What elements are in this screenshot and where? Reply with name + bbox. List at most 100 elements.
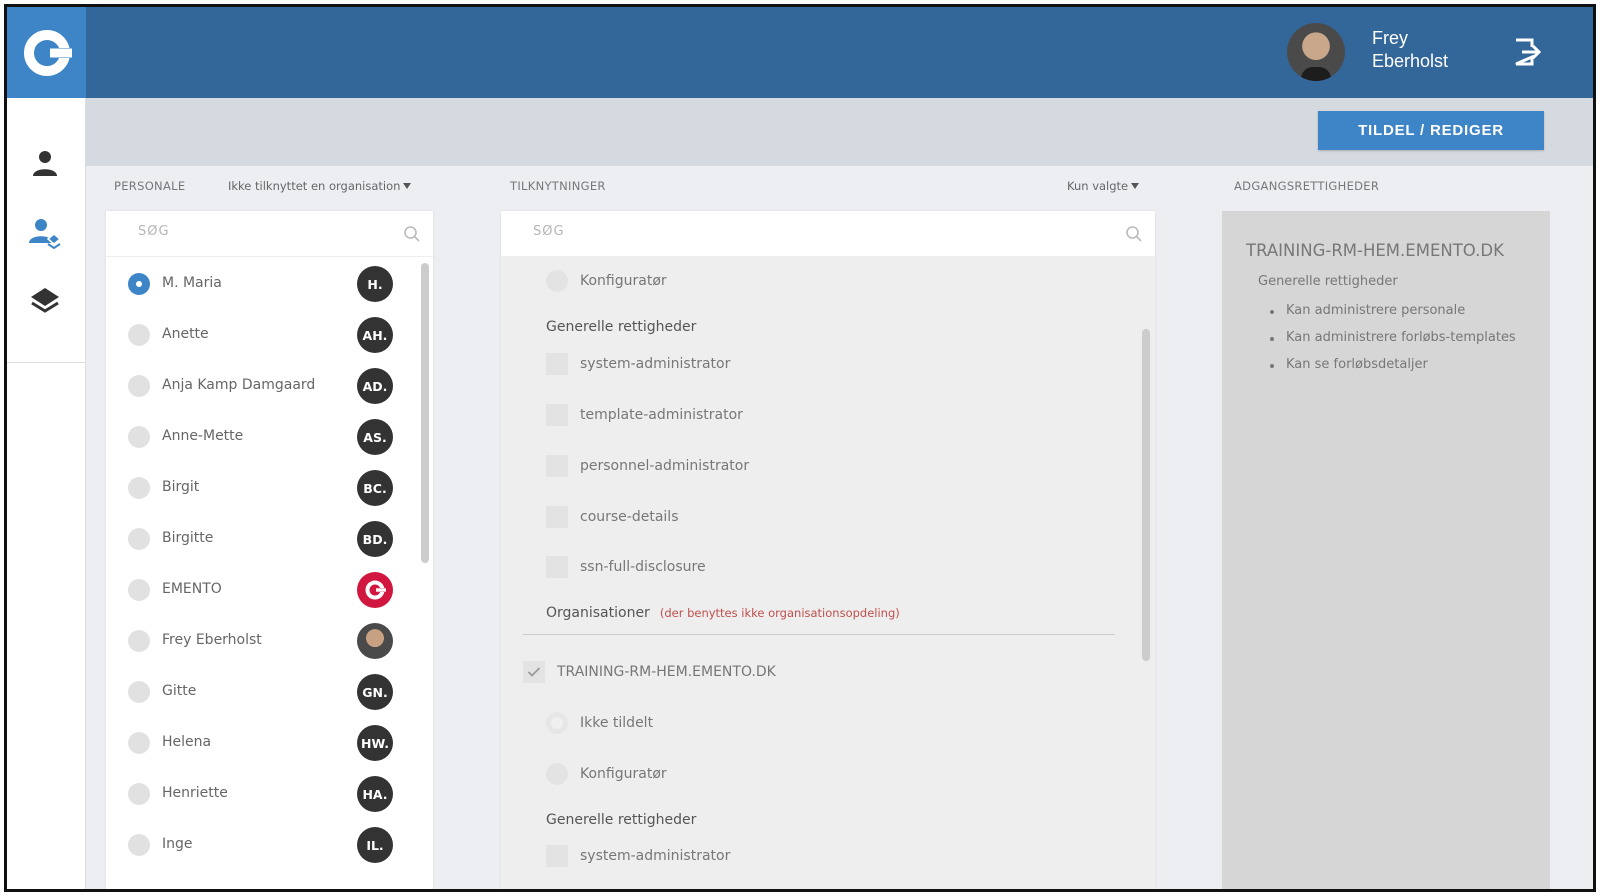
organisation-name: TRAINING-RM-HEM.EMENTO.DK: [557, 664, 776, 680]
person-icon[interactable]: [27, 145, 63, 181]
radio[interactable]: [546, 763, 568, 785]
list-item[interactable]: Henriette HA.: [106, 769, 416, 820]
radio[interactable]: [128, 528, 150, 550]
checkbox[interactable]: [546, 353, 568, 375]
left-nav-filler: [7, 363, 86, 889]
emento-avatar: [357, 572, 393, 608]
right-label: course-details: [580, 509, 679, 525]
right-label: personnel-administrator: [580, 458, 750, 474]
initials-badge: AD.: [357, 368, 393, 404]
person-name: Inge: [162, 836, 193, 852]
assign-edit-button[interactable]: TILDEL / REDIGER: [1318, 111, 1544, 150]
list-item[interactable]: Anne-Mette AS.: [106, 412, 416, 463]
role-option-not-assigned[interactable]: Ikke tildelt: [546, 708, 653, 738]
radio-selected[interactable]: [128, 273, 150, 295]
right-option[interactable]: ssn-full-disclosure: [546, 552, 706, 582]
role-option-configurator[interactable]: Konfiguratør: [546, 266, 667, 296]
search-icon[interactable]: [403, 225, 421, 243]
right-option[interactable]: personnel-administrator: [546, 451, 749, 481]
checkbox-checked[interactable]: [523, 661, 545, 683]
person-name: Henriette: [162, 785, 228, 801]
emento-logo[interactable]: [7, 7, 86, 98]
checkbox[interactable]: [546, 845, 568, 867]
person-name: Anne-Mette: [162, 428, 244, 444]
personale-scrollbar[interactable]: [421, 263, 429, 563]
right-label: system-administrator: [580, 848, 731, 864]
list-item[interactable]: Frey Eberholst: [106, 616, 416, 667]
list-item: Kan administrere personale: [1270, 303, 1516, 330]
person-name: Frey Eberholst: [162, 632, 262, 648]
radio[interactable]: [128, 681, 150, 703]
right-option[interactable]: system-administrator: [546, 841, 730, 871]
person-name: Birgit: [162, 479, 200, 495]
role-option-configurator[interactable]: Konfiguratør: [546, 759, 667, 789]
user-first-name: Frey: [1372, 28, 1408, 48]
list-item[interactable]: Inge IL.: [106, 820, 416, 871]
personale-search: [106, 211, 433, 257]
tilknytninger-filter[interactable]: Kun valgte: [1067, 179, 1140, 193]
list-item[interactable]: Gitte GN.: [106, 667, 416, 718]
list-item[interactable]: Birgitte BD.: [106, 514, 416, 565]
tilknytninger-panel: Konfiguratør Generelle rettigheder syste…: [501, 211, 1155, 889]
right-option[interactable]: course-details: [546, 502, 679, 532]
tilknytninger-scrollbar[interactable]: [1142, 329, 1150, 661]
radio[interactable]: [128, 324, 150, 346]
radio[interactable]: [128, 834, 150, 856]
organisations-note: (der benyttes ikke organisationsopdeling…: [659, 606, 900, 620]
list-item[interactable]: Anja Kamp Damgaard AD.: [106, 361, 416, 412]
adgang-org-title: TRAINING-RM-HEM.EMENTO.DK: [1246, 241, 1504, 260]
organisation-item[interactable]: TRAINING-RM-HEM.EMENTO.DK: [523, 657, 776, 687]
right-option[interactable]: template-administrator: [546, 400, 743, 430]
user-name[interactable]: Frey Eberholst: [1372, 27, 1492, 73]
radio[interactable]: [128, 783, 150, 805]
divider: [523, 634, 1115, 635]
personale-panel: M. Maria H. Anette AH. Anja Kamp Damgaar…: [106, 211, 433, 889]
initials-badge: HW.: [357, 725, 393, 761]
list-item[interactable]: Helena HW.: [106, 718, 416, 769]
initials-badge: BC.: [357, 470, 393, 506]
role-label: Konfiguratør: [580, 273, 667, 289]
person-name: Gitte: [162, 683, 197, 699]
radio[interactable]: [128, 579, 150, 601]
initials-badge: BD.: [357, 521, 393, 557]
initials-badge: AS.: [357, 419, 393, 455]
radio[interactable]: [546, 270, 568, 292]
personale-filter[interactable]: Ikke tilknyttet en organisation: [228, 179, 412, 193]
tilknytninger-search-input[interactable]: [533, 224, 733, 239]
radio[interactable]: [128, 426, 150, 448]
adgang-list: Kan administrere personale Kan administr…: [1270, 303, 1516, 384]
personale-search-input[interactable]: [138, 224, 338, 239]
list-item[interactable]: EMENTO: [106, 565, 416, 616]
radio[interactable]: [128, 630, 150, 652]
list-item[interactable]: Birgit BC.: [106, 463, 416, 514]
layers-icon[interactable]: [27, 283, 63, 319]
user-avatar[interactable]: [1287, 23, 1345, 81]
checkbox[interactable]: [546, 404, 568, 426]
radio[interactable]: [128, 732, 150, 754]
emento-logo-icon: [23, 29, 73, 76]
search-icon[interactable]: [1125, 225, 1143, 243]
role-label: Konfiguratør: [580, 766, 667, 782]
adgang-subtitle: Generelle rettigheder: [1258, 274, 1398, 289]
logout-icon[interactable]: [1512, 37, 1542, 67]
initials-badge: HA.: [357, 776, 393, 812]
checkbox[interactable]: [546, 556, 568, 578]
person-name: Anette: [162, 326, 209, 342]
right-option[interactable]: system-administrator: [546, 349, 730, 379]
radio[interactable]: [128, 375, 150, 397]
list-item[interactable]: M. Maria H.: [106, 259, 416, 310]
section-title: Generelle rettigheder: [546, 812, 697, 828]
person-name: Birgitte: [162, 530, 214, 546]
adgang-panel: TRAINING-RM-HEM.EMENTO.DK Generelle rett…: [1222, 211, 1550, 889]
list-item[interactable]: Anette AH.: [106, 310, 416, 361]
person-photo-avatar: [357, 623, 393, 659]
checkbox[interactable]: [546, 455, 568, 477]
checkbox[interactable]: [546, 506, 568, 528]
radio[interactable]: [546, 712, 568, 734]
top-bar: Frey Eberholst: [7, 7, 1593, 98]
initials-badge: GN.: [357, 674, 393, 710]
user-permissions-icon[interactable]: [27, 215, 63, 251]
initials-badge: H.: [357, 266, 393, 302]
radio[interactable]: [128, 477, 150, 499]
person-name: M. Maria: [162, 275, 222, 291]
